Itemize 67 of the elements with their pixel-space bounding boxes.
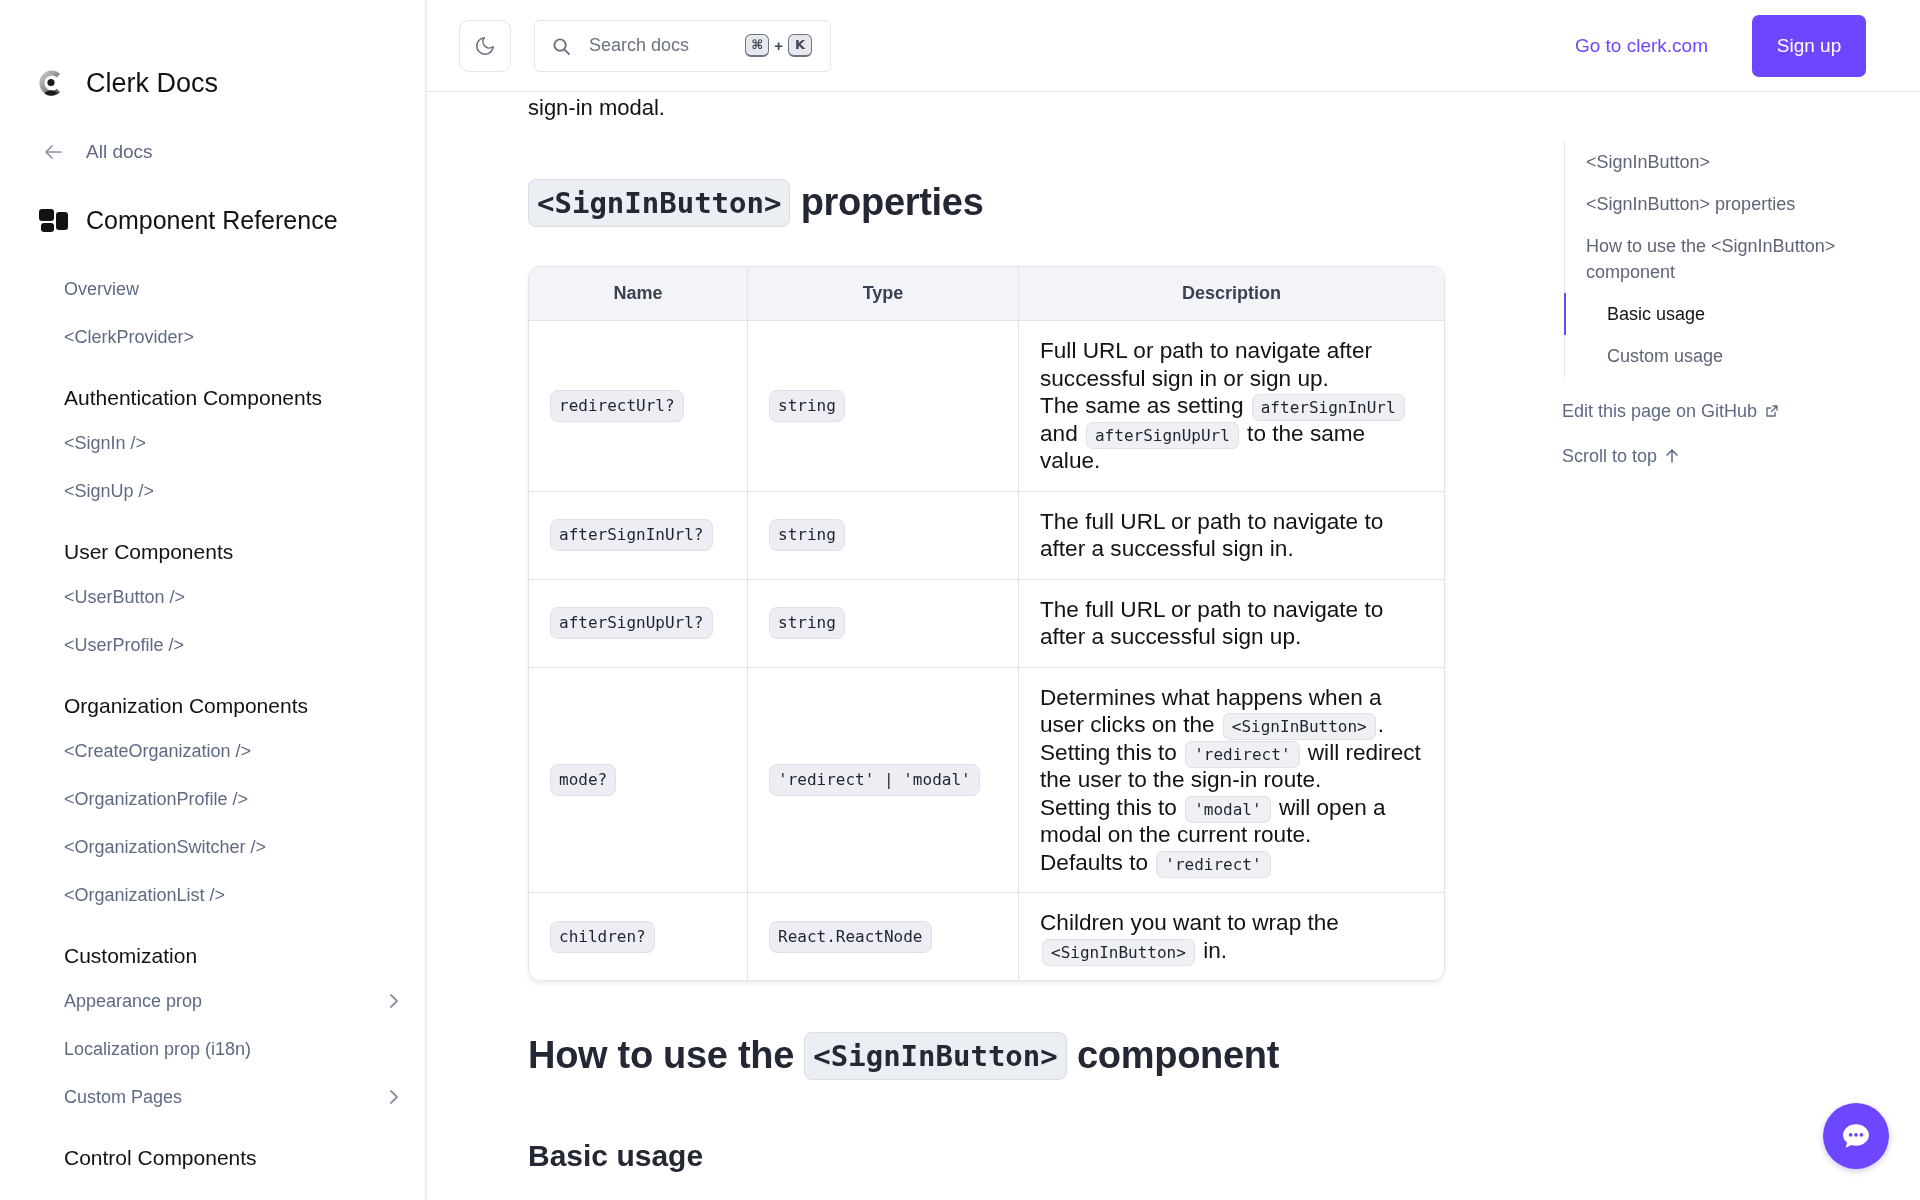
arrow-up-icon <box>1666 449 1679 463</box>
scroll-to-top-link[interactable]: Scroll to top <box>1562 443 1679 469</box>
shortcut-separator: + <box>774 36 783 54</box>
section-title: Component Reference <box>86 205 338 236</box>
chevron-right-icon <box>390 1090 398 1104</box>
sidebar-item[interactable]: <OrganizationList /> <box>64 871 398 919</box>
chat-bubble-icon <box>1842 1123 1870 1149</box>
property-name: redirectUrl? <box>550 389 684 422</box>
sidebar-item[interactable]: <SignIn /> <box>64 419 398 467</box>
sidebar-group-title: Control Components <box>64 1145 257 1171</box>
column-header: Type <box>748 267 1019 321</box>
property-name: afterSignInUrl? <box>550 519 713 551</box>
sidebar-item[interactable]: Localization prop (i18n) <box>64 1025 398 1073</box>
logo-icon <box>37 67 63 99</box>
property-description: Children you want to wrap the <SignInButton> in. <box>1040 909 1424 964</box>
column-header: Name <box>529 267 748 321</box>
sidebar-item[interactable]: Appearance prop <box>64 977 398 1025</box>
sign-up-button[interactable]: Sign up <box>1752 14 1866 77</box>
column-header: Description <box>1019 267 1444 321</box>
property-type: string <box>769 389 845 422</box>
chevron-right-icon <box>390 994 398 1008</box>
moon-icon <box>474 34 496 57</box>
property-description: The full URL or path to navigate to after a successful sign in. <box>1040 507 1385 563</box>
sidebar-item[interactable]: Custom Pages <box>64 1073 398 1121</box>
sidebar-group-title: Organization Components <box>64 693 308 719</box>
sidebar-item[interactable]: <ClerkProvider> <box>64 313 398 361</box>
sidebar-item[interactable]: <CreateOrganization /> <box>64 727 398 775</box>
edit-page-link[interactable]: Edit this page on GitHub <box>1562 398 1779 424</box>
property-name: children? <box>550 920 655 953</box>
sidebar-item[interactable]: <UserButton /> <box>64 573 398 621</box>
property-name: afterSignUpUrl? <box>550 607 713 639</box>
shortcut-key: K <box>788 33 812 57</box>
property-name: mode? <box>550 763 617 796</box>
blocks-icon <box>39 208 68 232</box>
back-link[interactable]: All docs <box>37 139 153 165</box>
property-description: The full URL or path to navigate to after a successful sign up. <box>1040 595 1385 651</box>
sidebar-group-title: User Components <box>64 539 234 565</box>
toc-link[interactable]: <SignInButton> <box>1564 141 1865 183</box>
subsection-heading: Basic usage <box>528 1138 704 1174</box>
property-description: Determines what happens when a user clicks on the <SignInButton> . Setting this to 'redirect' will redirect the user to the sign-in route. Setting this to 'modal' will open a modal on the current route. Defaults to 'redirect' <box>1040 683 1424 876</box>
toc-link[interactable]: Custom usage <box>1564 335 1865 377</box>
property-type: string <box>769 519 845 551</box>
property-type: React.ReactNode <box>769 920 932 953</box>
theme-toggle-button[interactable] <box>459 19 511 72</box>
arrow-left-icon <box>44 144 62 160</box>
sidebar-item[interactable]: <UserProfile /> <box>64 621 398 669</box>
toc-link[interactable]: How to use the <SignInButton> component <box>1564 225 1865 293</box>
toc-link[interactable]: Basic usage <box>1564 293 1865 335</box>
site-link[interactable]: Go to clerk.com <box>1574 32 1708 59</box>
sidebar-item[interactable]: <OrganizationProfile /> <box>64 775 398 823</box>
search-icon <box>553 37 570 55</box>
paragraph-text: sign-in modal. <box>528 94 665 122</box>
site-title[interactable]: Clerk Docs <box>86 66 219 100</box>
sidebar-item[interactable]: <SignUp /> <box>64 467 398 515</box>
sidebar-item[interactable]: Overview <box>64 265 398 313</box>
toc-link[interactable]: <SignInButton> properties <box>1564 183 1865 225</box>
sidebar-group-title: Customization <box>64 943 198 969</box>
section-heading: <SignInButton> properties <box>528 178 984 227</box>
shortcut-key: ⌘ <box>745 33 770 57</box>
section-heading: How to use the <SignInButton> component <box>528 1031 1280 1080</box>
property-type: string <box>769 607 845 639</box>
chat-button[interactable] <box>1823 1103 1889 1169</box>
property-description: Full URL or path to navigate after successful sign in or sign up. The same as setting afterSignInUrl and afterSignUpUrl to the same value. <box>1040 337 1424 475</box>
external-link-icon <box>1766 405 1779 417</box>
property-type: 'redirect' | 'modal' <box>769 763 980 796</box>
sidebar-item[interactable]: <OrganizationSwitcher /> <box>64 823 398 871</box>
sidebar-group-title: Authentication Components <box>64 385 322 411</box>
